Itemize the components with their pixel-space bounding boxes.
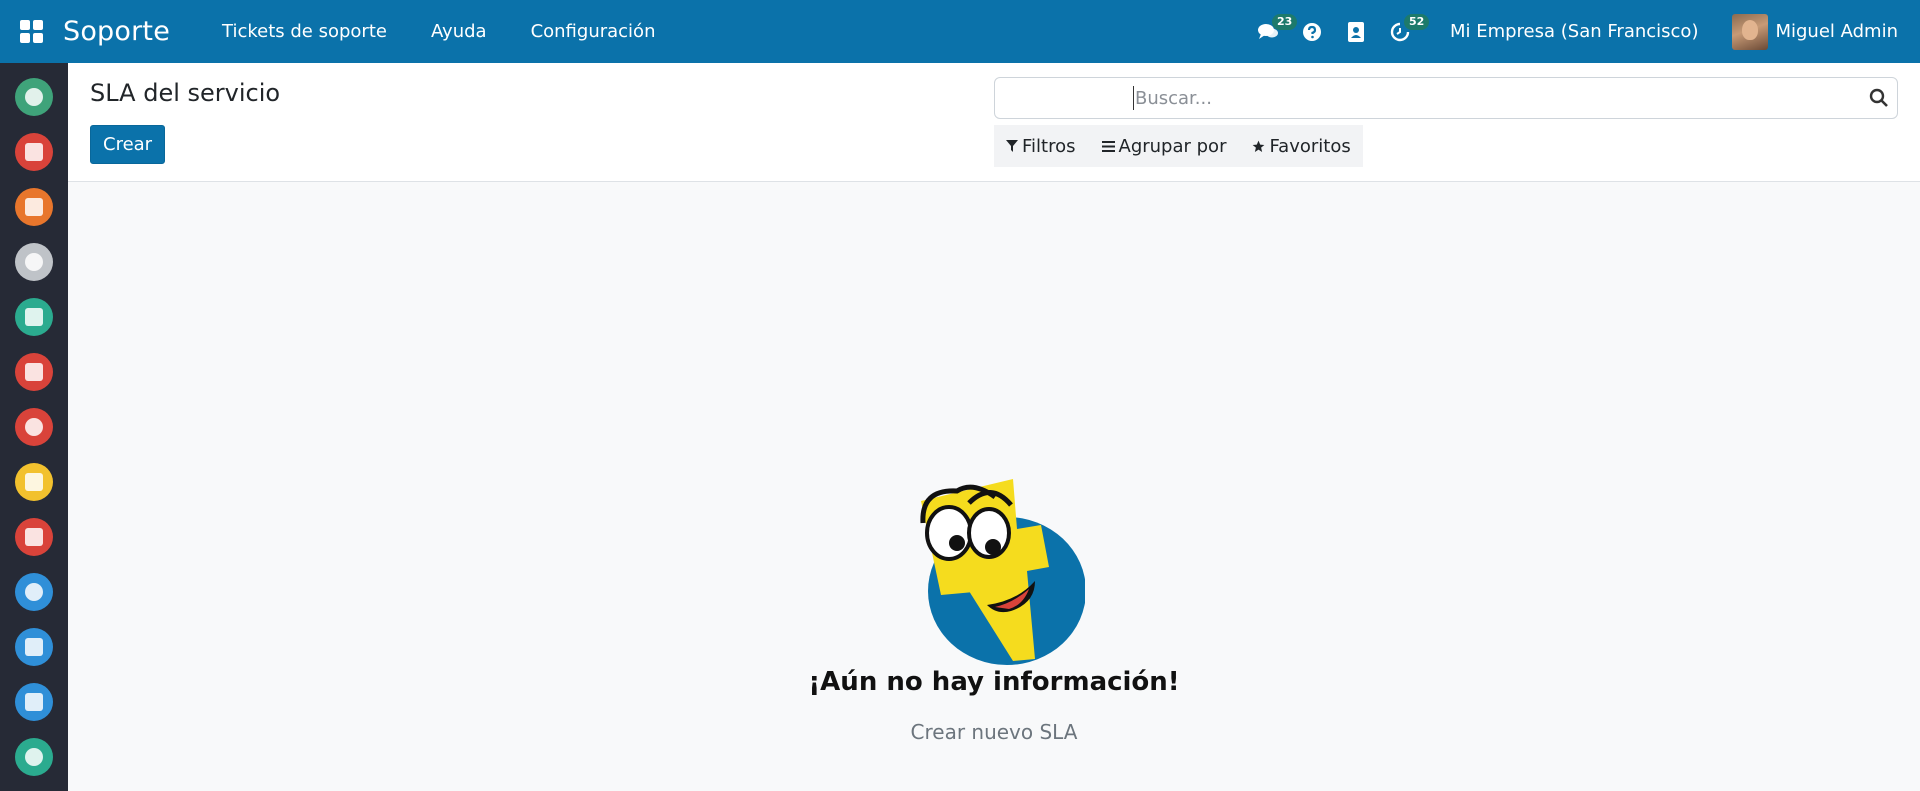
star-icon bbox=[1253, 140, 1265, 152]
apps-grid-icon bbox=[20, 20, 43, 43]
search-input[interactable] bbox=[1133, 86, 1853, 110]
menu-tickets[interactable]: Tickets de soporte bbox=[222, 21, 387, 42]
filters-label: Filtros bbox=[1022, 135, 1076, 157]
crm-app-glyph bbox=[25, 363, 43, 381]
accounting-app-icon[interactable] bbox=[15, 628, 53, 666]
contacts-app-icon[interactable] bbox=[15, 243, 53, 281]
employees-app-icon[interactable] bbox=[15, 298, 53, 336]
empty-state-title: ¡Aún no hay información! bbox=[808, 667, 1180, 697]
search-bar bbox=[994, 77, 1898, 119]
helpdesk-app-icon[interactable] bbox=[15, 738, 53, 776]
filters-button[interactable]: Filtros bbox=[1006, 136, 1076, 157]
calendar-app-glyph bbox=[25, 143, 43, 161]
notes-app-glyph bbox=[25, 198, 43, 216]
app-sidebar bbox=[0, 63, 68, 791]
page-title: SLA del servicio bbox=[90, 79, 281, 107]
menu-configuration[interactable]: Configuración bbox=[531, 21, 656, 42]
planning-app-glyph bbox=[25, 693, 43, 711]
filter-icon bbox=[1006, 140, 1018, 152]
bars-icon bbox=[1101, 140, 1115, 152]
avatar bbox=[1732, 13, 1769, 50]
favorites-label: Favoritos bbox=[1269, 135, 1351, 157]
crm-app-icon[interactable] bbox=[15, 353, 53, 391]
planning-app-icon[interactable] bbox=[15, 683, 53, 721]
control-panel: SLA del servicio Crear Filtros Agrupar p… bbox=[68, 63, 1920, 182]
sales-app-glyph bbox=[25, 418, 43, 436]
menu-help[interactable]: Ayuda bbox=[431, 21, 487, 42]
expenses-app-glyph bbox=[25, 528, 43, 546]
pos-app-icon[interactable] bbox=[15, 573, 53, 611]
activities-count-badge: 52 bbox=[1403, 14, 1430, 30]
search-options: Filtros Agrupar por Favoritos bbox=[994, 125, 1363, 167]
help-button[interactable] bbox=[1290, 0, 1334, 63]
accounting-app-glyph bbox=[25, 638, 43, 656]
employees-app-glyph bbox=[25, 308, 43, 326]
favorites-button[interactable]: Favoritos bbox=[1252, 135, 1351, 157]
calendar-app-icon[interactable] bbox=[15, 133, 53, 171]
search-icon[interactable] bbox=[1869, 88, 1889, 108]
group-by-label: Agrupar por bbox=[1118, 135, 1227, 157]
contacts-app-glyph bbox=[25, 253, 43, 271]
apps-menu-button[interactable] bbox=[0, 0, 63, 63]
website-app-icon[interactable] bbox=[15, 463, 53, 501]
company-switcher[interactable]: Mi Empresa (San Francisco) bbox=[1450, 21, 1699, 42]
sales-app-icon[interactable] bbox=[15, 408, 53, 446]
activities-button[interactable]: 52 bbox=[1378, 0, 1430, 63]
user-name: Miguel Admin bbox=[1775, 21, 1898, 42]
smiley-mascot-illustration bbox=[920, 479, 1085, 665]
website-app-glyph bbox=[25, 473, 43, 491]
address-book-icon bbox=[1347, 21, 1364, 42]
app-brand[interactable]: Soporte bbox=[63, 16, 170, 47]
navbar-systray: 23 52 Mi Empresa (San Francisco) Miguel … bbox=[1246, 0, 1920, 63]
pos-app-glyph bbox=[25, 583, 43, 601]
helpdesk-app-glyph bbox=[25, 748, 43, 766]
question-circle-icon bbox=[1302, 22, 1321, 41]
create-button[interactable]: Crear bbox=[90, 125, 166, 164]
empty-state: ¡Aún no hay información! Crear nuevo SLA bbox=[68, 183, 1920, 791]
discuss-app-icon[interactable] bbox=[15, 78, 53, 116]
top-navbar: Soporte Tickets de soporte Ayuda Configu… bbox=[0, 0, 1920, 63]
expenses-app-icon[interactable] bbox=[15, 518, 53, 556]
user-menu[interactable]: Miguel Admin bbox=[1732, 13, 1898, 50]
group-by-button[interactable]: Agrupar por bbox=[1101, 135, 1227, 157]
discuss-app-glyph bbox=[25, 88, 43, 106]
messages-button[interactable]: 23 bbox=[1246, 0, 1298, 63]
contacts-button[interactable] bbox=[1334, 0, 1378, 63]
notes-app-icon[interactable] bbox=[15, 188, 53, 226]
empty-state-subtitle: Crear nuevo SLA bbox=[910, 720, 1078, 744]
